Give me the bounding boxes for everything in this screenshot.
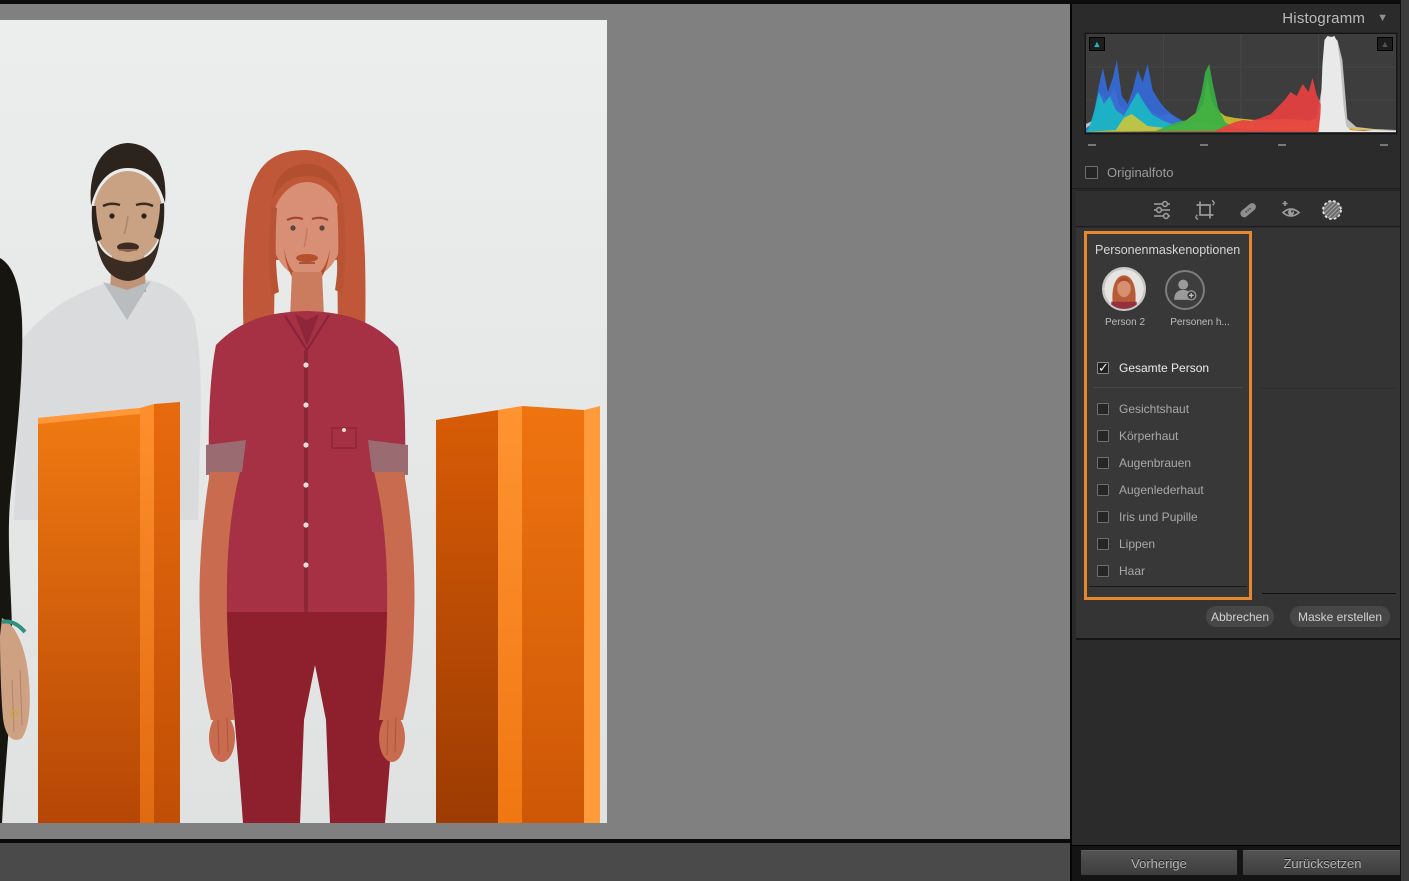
photo-illustration: [0, 20, 607, 823]
mask-option-haar[interactable]: Haar: [1087, 559, 1249, 583]
popup-title: Personenmaskenoptionen: [1095, 243, 1241, 257]
window-right-edge: [1400, 0, 1409, 881]
section-divider: [1072, 188, 1402, 189]
person-avatar[interactable]: [1102, 267, 1146, 311]
reset-button[interactable]: Zurücksetzen: [1242, 850, 1403, 876]
checkbox-icon[interactable]: [1097, 360, 1109, 376]
mask-option-iris-und-pupille[interactable]: Iris und Pupille: [1087, 505, 1249, 529]
masking-panel: Personenmaskenoptionen Person 2 Personen…: [1076, 228, 1402, 640]
shadow-clipping-indicator[interactable]: ▲: [1089, 37, 1105, 51]
histogram-title: Histogramm: [1282, 9, 1366, 27]
panel-divider: [1262, 593, 1396, 594]
checkbox-icon[interactable]: [1097, 457, 1109, 469]
panel-divider: [1260, 388, 1396, 389]
person-avatar-label: Person 2: [1104, 317, 1146, 328]
red-eye-icon[interactable]: [1278, 197, 1304, 223]
popup-bottom-divider: [1089, 586, 1247, 587]
develop-right-panel: Histogramm ▼ ▲ ▲ Originalfoto Personenma…: [1070, 0, 1409, 881]
highlight-clipping-indicator[interactable]: ▲: [1377, 37, 1393, 51]
histogram[interactable]: ▲ ▲: [1085, 33, 1397, 134]
cancel-button[interactable]: Abbrechen: [1206, 606, 1274, 627]
histogram-zone-ticks: [1085, 142, 1397, 148]
person-mask-options-popup: Personenmaskenoptionen Person 2 Personen…: [1084, 231, 1252, 600]
photo-viewport[interactable]: [0, 20, 607, 823]
collapse-triangle-icon[interactable]: ▼: [1377, 12, 1388, 24]
mask-option-koerperhaut[interactable]: Körperhaut: [1087, 424, 1249, 448]
mask-option-augenbrauen[interactable]: Augenbrauen: [1087, 451, 1249, 475]
mask-option-gesichtshaut[interactable]: Gesichtshaut: [1087, 397, 1249, 421]
checkbox-icon[interactable]: [1097, 484, 1109, 496]
checkbox-icon[interactable]: [1097, 565, 1109, 577]
previous-button[interactable]: Vorherige: [1080, 850, 1238, 876]
edit-sliders-icon[interactable]: [1149, 197, 1175, 223]
original-photo-label: Originalfoto: [1107, 164, 1174, 180]
healing-icon[interactable]: [1235, 197, 1261, 223]
lightroom-develop-window: Histogramm ▼ ▲ ▲ Originalfoto Personenma…: [0, 0, 1409, 881]
tool-strip: [1076, 190, 1402, 227]
checkbox-icon[interactable]: [1097, 403, 1109, 415]
histogram-header[interactable]: Histogramm ▼: [1072, 4, 1402, 32]
checkbox-icon[interactable]: [1097, 538, 1109, 550]
mask-option-augenlederhaut[interactable]: Augenlederhaut: [1087, 478, 1249, 502]
popup-divider: [1093, 387, 1243, 388]
original-photo-row[interactable]: Originalfoto: [1085, 162, 1173, 182]
masking-icon[interactable]: [1319, 197, 1345, 223]
mask-buttons-row: Abbrechen Maske erstellen: [1076, 606, 1402, 630]
original-photo-checkbox[interactable]: [1085, 165, 1098, 179]
mask-option-gesamte-person[interactable]: Gesamte Person: [1087, 356, 1249, 380]
checkbox-icon[interactable]: [1097, 430, 1109, 442]
create-mask-button[interactable]: Maske erstellen: [1290, 606, 1390, 627]
checkbox-icon[interactable]: [1097, 511, 1109, 523]
window-top-strip: [0, 0, 1409, 4]
photo-canvas-area[interactable]: [0, 0, 1070, 881]
crop-icon[interactable]: [1192, 197, 1218, 223]
canvas-toolbar: [0, 843, 1070, 881]
histogram-plot: [1086, 34, 1396, 133]
panel-footer: Vorherige Zurücksetzen: [1072, 845, 1403, 881]
add-person-button[interactable]: [1165, 270, 1205, 310]
add-person-label: Personen h...: [1170, 317, 1230, 328]
mask-option-lippen[interactable]: Lippen: [1087, 532, 1249, 556]
